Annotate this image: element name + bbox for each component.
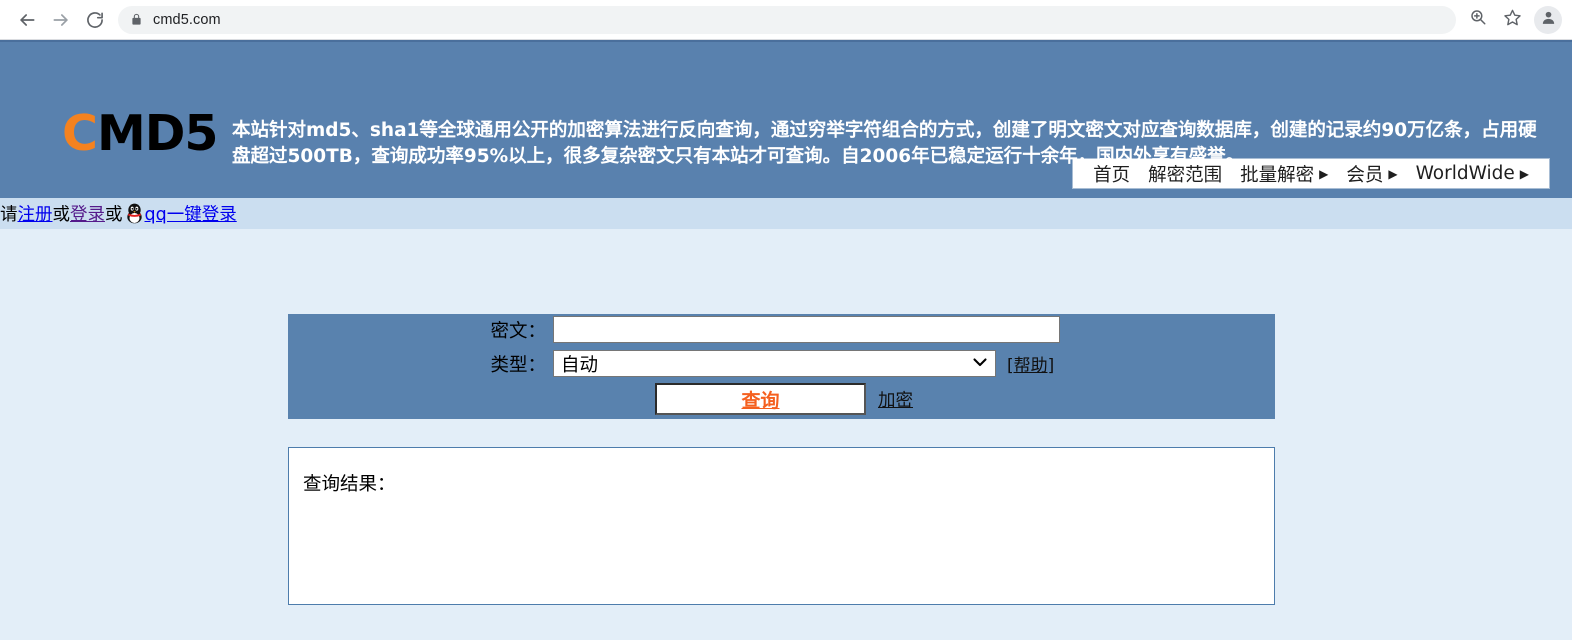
url-text: cmd5.com (153, 11, 221, 28)
page-body: 密文： 类型： 自动 [帮助] 查询 加密 查询结果： (0, 229, 1572, 640)
arrow-left-icon (17, 10, 37, 30)
qq-one-click-login-link[interactable]: qq一键登录 (145, 201, 237, 226)
reload-icon (85, 10, 105, 30)
logo-letter-c: C (62, 105, 98, 162)
ciphertext-row: 密文： (288, 314, 1275, 345)
profile-avatar-icon (1540, 9, 1557, 31)
profile-button[interactable] (1534, 5, 1562, 34)
site-header: CMD5 本站针对md5、sha1等全球通用公开的加密算法进行反向查询，通过穷举… (0, 40, 1572, 167)
type-select[interactable]: 自动 (553, 350, 996, 377)
chevron-down-icon (973, 356, 987, 371)
login-prefix-text: 请 (0, 205, 18, 225)
login-or-text-1: 或 (52, 205, 71, 225)
login-bar: 请注册或登录或 qq一键登录 (0, 198, 1572, 229)
address-bar[interactable]: cmd5.com (118, 5, 1456, 34)
site-logo[interactable]: CMD5 (62, 109, 218, 158)
encrypt-link[interactable]: 加密 (878, 387, 913, 412)
help-link[interactable]: [帮助] (1007, 351, 1054, 376)
site-description: 本站针对md5、sha1等全球通用公开的加密算法进行反向查询，通过穷举字符组合的… (232, 120, 1537, 168)
forward-button[interactable] (44, 3, 78, 37)
reload-button[interactable] (78, 3, 112, 37)
type-row: 类型： 自动 [帮助] (288, 348, 1275, 379)
lock-icon (130, 13, 143, 26)
query-result-label: 查询结果： (303, 474, 396, 495)
button-row: 查询 加密 (288, 382, 1275, 416)
zoom-in-icon (1469, 8, 1487, 31)
type-selected-value: 自动 (561, 354, 599, 376)
star-icon (1503, 8, 1522, 32)
zoom-in-button[interactable] (1464, 6, 1492, 34)
logo-letters-md5: MD5 (96, 105, 219, 162)
arrow-right-icon (51, 10, 71, 30)
qq-penguin-icon (125, 203, 144, 224)
browser-toolbar: cmd5.com (0, 0, 1572, 40)
ciphertext-input[interactable] (553, 316, 1060, 343)
type-label: 类型： (490, 354, 546, 376)
query-button[interactable]: 查询 (655, 383, 866, 415)
register-link[interactable]: 注册 (18, 201, 53, 226)
login-or-text-2: 或 (105, 205, 123, 225)
login-link[interactable]: 登录 (70, 201, 105, 226)
toolbar-actions (1464, 5, 1562, 34)
query-form-panel: 密文： 类型： 自动 [帮助] 查询 加密 (288, 314, 1275, 419)
ciphertext-label: 密文： (490, 320, 546, 342)
back-button[interactable] (10, 3, 44, 37)
bookmark-button[interactable] (1498, 6, 1526, 34)
query-result-box: 查询结果： (288, 447, 1275, 605)
